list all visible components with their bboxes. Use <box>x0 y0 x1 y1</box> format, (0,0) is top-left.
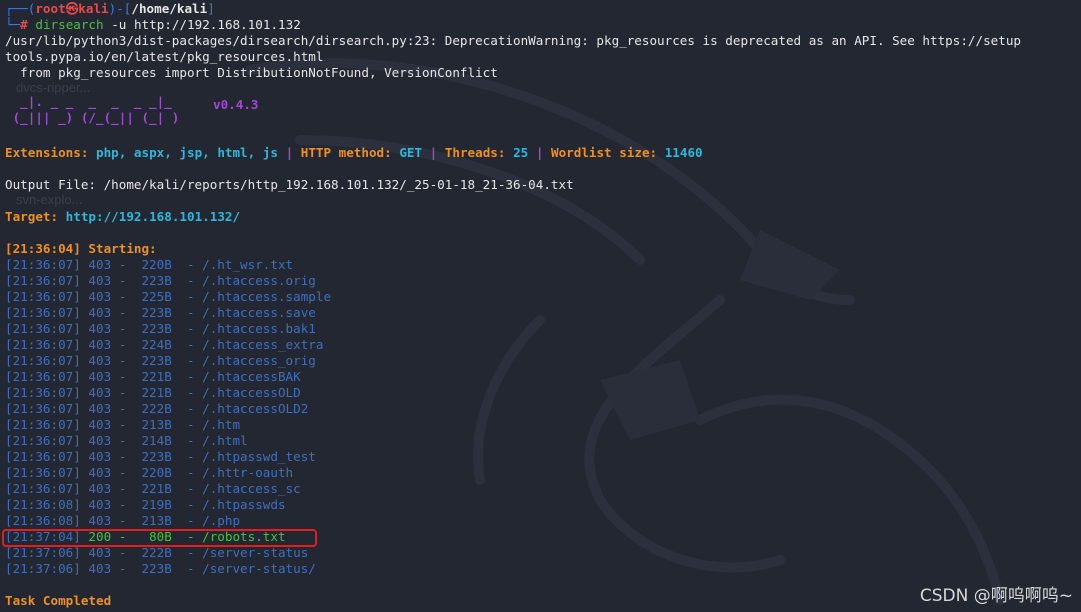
robots-highlight-box <box>2 529 317 547</box>
prompt-bracket: )-[ <box>108 1 132 16</box>
command-flag: -u <box>111 17 127 32</box>
result-row: [21:36:07] 403 - 221B - /.htaccessBAK <box>5 369 301 384</box>
prompt-hash: # <box>20 17 28 32</box>
method-label: HTTP method: <box>300 145 400 160</box>
result-row: [21:37:06] 403 - 222B - /server-status <box>5 545 309 560</box>
prompt-line-1: ┌──(root㉿kali)-[/home/kali] <box>5 1 215 17</box>
wordlist-value: 11460 <box>664 145 703 160</box>
version-label: v0.4.3 <box>213 97 259 112</box>
target-line: Target: http://192.168.101.132/ <box>5 209 240 225</box>
result-row: [21:36:08] 403 - 219B - /.htpasswds <box>5 497 286 512</box>
warning-line: from pkg_resources import DistributionNo… <box>5 65 498 80</box>
prompt-bracket: ] <box>207 1 215 16</box>
wordlist-label: Wordlist size: <box>550 145 665 160</box>
result-row: [21:36:07] 403 - 222B - /.htaccessOLD2 <box>5 401 309 416</box>
result-row: [21:36:07] 403 - 223B - /.htaccess.orig <box>5 273 316 288</box>
starting-line: [21:36:04] Starting: <box>5 241 157 256</box>
result-row: [21:36:07] 403 - 213B - /.htm <box>5 417 241 432</box>
result-row: [21:36:07] 403 - 220B - /.httr-oauth <box>5 465 294 480</box>
prompt-directory: /home/kali <box>131 1 208 16</box>
separator: | <box>528 145 551 160</box>
task-completed-line: Task Completed <box>5 593 112 608</box>
threads-value: 25 <box>513 145 529 160</box>
target-label: Target: <box>5 209 66 224</box>
result-row: [21:36:08] 403 - 213B - /.php <box>5 513 241 528</box>
prompt-line-2: └─# dirsearch -u http://192.168.101.132 <box>5 17 301 33</box>
result-row: [21:37:06] 403 - 223B - /server-status/ <box>5 561 316 576</box>
banner-art-line: _|. _ _ _ _ _ _|_ <box>5 94 180 109</box>
prompt-corner: ┌──( <box>5 1 36 16</box>
result-row: [21:36:07] 403 - 221B - /.htaccess_sc <box>5 481 301 496</box>
csdn-watermark: CSDN @啊呜啊呜~ <box>919 586 1073 606</box>
extensions-value: php, aspx, jsp, html, js <box>96 145 278 160</box>
command-url: http://192.168.101.132 <box>133 17 301 32</box>
result-row: [21:36:07] 403 - 223B - /.htaccess.save <box>5 305 316 320</box>
target-url: http://192.168.101.132/ <box>65 209 241 224</box>
output-file-line: Output File: /home/kali/reports/http_192… <box>5 177 574 192</box>
result-row: [21:36:07] 403 - 225B - /.htaccess.sampl… <box>5 289 332 304</box>
config-line: Extensions: php, aspx, jsp, html, js | H… <box>5 145 703 161</box>
warning-line: tools.pypa.io/en/latest/pkg_resources.ht… <box>5 49 324 64</box>
banner-art-line: (_||| _) (/_(_|| (_| ) <box>5 110 187 125</box>
warning-line: /usr/lib/python3/dist-packages/dirsearch… <box>5 33 1021 48</box>
result-row: [21:36:07] 403 - 221B - /.htaccessOLD <box>5 385 301 400</box>
result-row: [21:36:07] 403 - 214B - /.html <box>5 433 248 448</box>
result-row: [21:36:07] 403 - 220B - /.ht_wsr.txt <box>5 257 294 272</box>
prompt-host: kali <box>78 1 109 16</box>
prompt-user: root <box>35 1 66 16</box>
threads-label: Threads: <box>444 145 514 160</box>
terminal-output[interactable]: ┌──(root㉿kali)-[/home/kali] └─# dirsearc… <box>5 0 1081 612</box>
method-value: GET <box>399 145 423 160</box>
result-row: [21:36:07] 403 - 223B - /.htaccess.bak1 <box>5 321 316 336</box>
extensions-label: Extensions: <box>5 145 96 160</box>
result-row: [21:36:07] 403 - 224B - /.htaccess_extra <box>5 337 324 352</box>
separator: | <box>277 145 301 160</box>
result-row: [21:36:07] 403 - 223B - /.htaccess_orig <box>5 353 316 368</box>
prompt-corner: └─ <box>5 17 21 32</box>
separator: | <box>422 145 445 160</box>
result-row: [21:36:07] 403 - 223B - /.htpasswd_test <box>5 449 316 464</box>
command-name: dirsearch <box>35 17 104 32</box>
skull-icon: ㉿ <box>65 1 79 16</box>
